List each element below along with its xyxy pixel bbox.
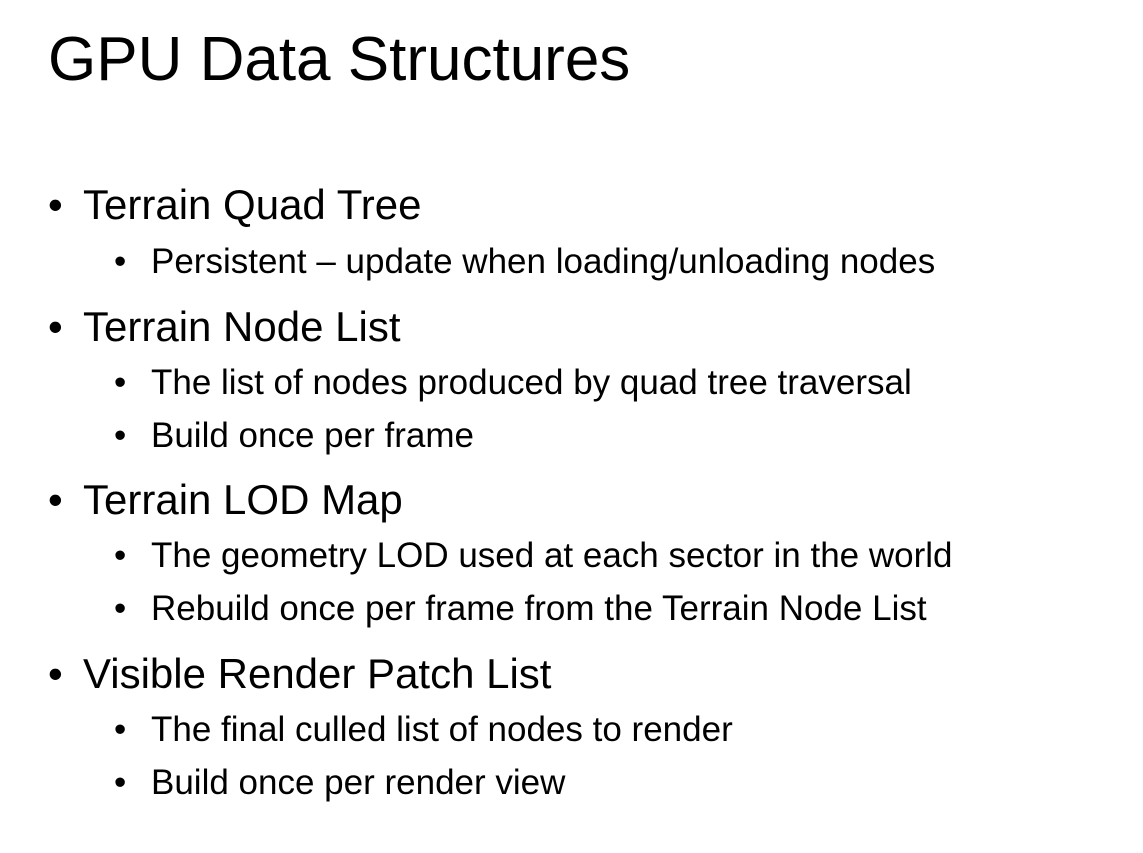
slide: GPU Data Structures • Terrain Quad Tree … [0, 0, 1143, 853]
bullet-icon: • [48, 476, 63, 523]
sub-list-item-text: The final culled list of nodes to render [151, 710, 733, 749]
sub-list-item-text: Build once per frame [151, 416, 474, 455]
sub-list-item-text: The geometry LOD used at each sector in … [151, 536, 953, 575]
sub-list-item-text: The list of nodes produced by quad tree … [151, 363, 912, 402]
slide-title: GPU Data Structures [48, 25, 631, 94]
bullet-icon: • [114, 363, 127, 402]
bullet-icon: • [114, 242, 127, 281]
bullet-icon: • [114, 589, 127, 628]
sub-list-item-text: Rebuild once per frame from the Terrain … [151, 589, 927, 628]
list-item-text: Terrain Node List [83, 303, 401, 350]
sub-list-item-text: Build once per render view [151, 763, 566, 802]
list-item-text: Terrain LOD Map [83, 476, 403, 523]
bullet-icon: • [48, 181, 63, 228]
bullet-icon: • [114, 536, 127, 575]
list-item-text: Visible Render Patch List [83, 650, 552, 697]
sub-list-item-text: Persistent – update when loading/unloadi… [151, 242, 936, 281]
bullet-icon: • [114, 416, 127, 455]
bullet-icon: • [114, 763, 127, 802]
bullet-icon: • [114, 710, 127, 749]
bullet-icon: • [48, 303, 63, 350]
list-item-text: Terrain Quad Tree [83, 181, 422, 228]
bullet-icon: • [48, 650, 63, 697]
